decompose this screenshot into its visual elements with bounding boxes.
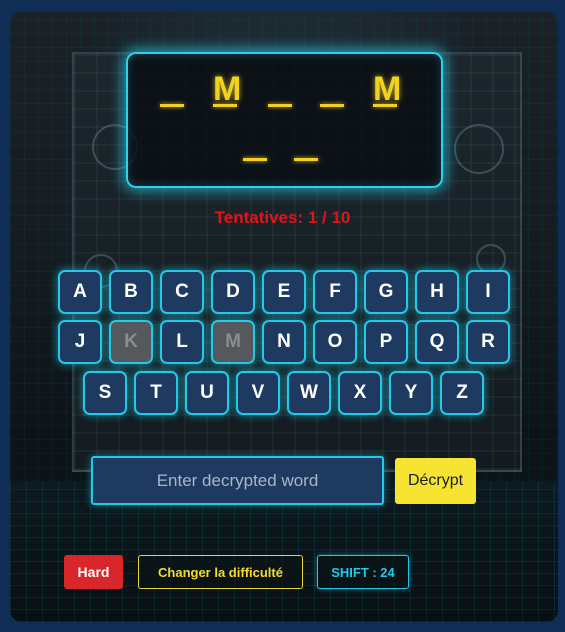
dial-decoration bbox=[454, 124, 504, 174]
letter-slot: M bbox=[213, 70, 242, 108]
key-u[interactable]: U bbox=[185, 371, 229, 415]
letter-slot bbox=[160, 70, 184, 107]
key-f[interactable]: F bbox=[313, 270, 357, 314]
slot-letter bbox=[294, 124, 318, 162]
key-a[interactable]: A bbox=[58, 270, 102, 314]
key-w[interactable]: W bbox=[287, 371, 331, 415]
key-p[interactable]: P bbox=[364, 320, 408, 364]
letter-slot bbox=[243, 124, 267, 161]
shift-indicator: SHIFT : 24 bbox=[317, 555, 409, 589]
difficulty-badge: Hard bbox=[64, 555, 123, 589]
slot-underline bbox=[294, 158, 318, 161]
decrypted-word-input[interactable] bbox=[91, 456, 384, 505]
key-b[interactable]: B bbox=[109, 270, 153, 314]
letter-slot bbox=[294, 124, 318, 161]
slot-underline bbox=[243, 158, 267, 161]
word-display: MM bbox=[126, 52, 443, 188]
key-d[interactable]: D bbox=[211, 270, 255, 314]
slot-letter: M bbox=[213, 70, 242, 108]
key-r[interactable]: R bbox=[466, 320, 510, 364]
key-j[interactable]: J bbox=[58, 320, 102, 364]
letter-slot: M bbox=[373, 70, 402, 108]
key-e[interactable]: E bbox=[262, 270, 306, 314]
slot-letter: M bbox=[373, 70, 402, 108]
key-i[interactable]: I bbox=[466, 270, 510, 314]
key-c[interactable]: C bbox=[160, 270, 204, 314]
slot-underline bbox=[160, 104, 184, 107]
decrypt-button[interactable]: Décrypt bbox=[395, 458, 476, 504]
letter-slot bbox=[320, 70, 344, 107]
key-t[interactable]: T bbox=[134, 371, 178, 415]
change-difficulty-button[interactable]: Changer la difficulté bbox=[138, 555, 303, 589]
key-h[interactable]: H bbox=[415, 270, 459, 314]
key-x[interactable]: X bbox=[338, 371, 382, 415]
slot-underline bbox=[268, 104, 292, 107]
slot-letter bbox=[243, 124, 267, 162]
key-z[interactable]: Z bbox=[440, 371, 484, 415]
key-v[interactable]: V bbox=[236, 371, 280, 415]
key-m[interactable]: M bbox=[211, 320, 255, 364]
slot-underline bbox=[320, 104, 344, 107]
key-o[interactable]: O bbox=[313, 320, 357, 364]
key-s[interactable]: S bbox=[83, 371, 127, 415]
key-l[interactable]: L bbox=[160, 320, 204, 364]
slot-letter bbox=[268, 70, 292, 108]
attempts-counter: Tentatives: 1 / 10 bbox=[214, 208, 351, 227]
key-n[interactable]: N bbox=[262, 320, 306, 364]
key-k[interactable]: K bbox=[109, 320, 153, 364]
slot-letter bbox=[160, 70, 184, 108]
key-y[interactable]: Y bbox=[389, 371, 433, 415]
letter-slot bbox=[268, 70, 292, 107]
slot-letter bbox=[320, 70, 344, 108]
key-g[interactable]: G bbox=[364, 270, 408, 314]
key-q[interactable]: Q bbox=[415, 320, 459, 364]
